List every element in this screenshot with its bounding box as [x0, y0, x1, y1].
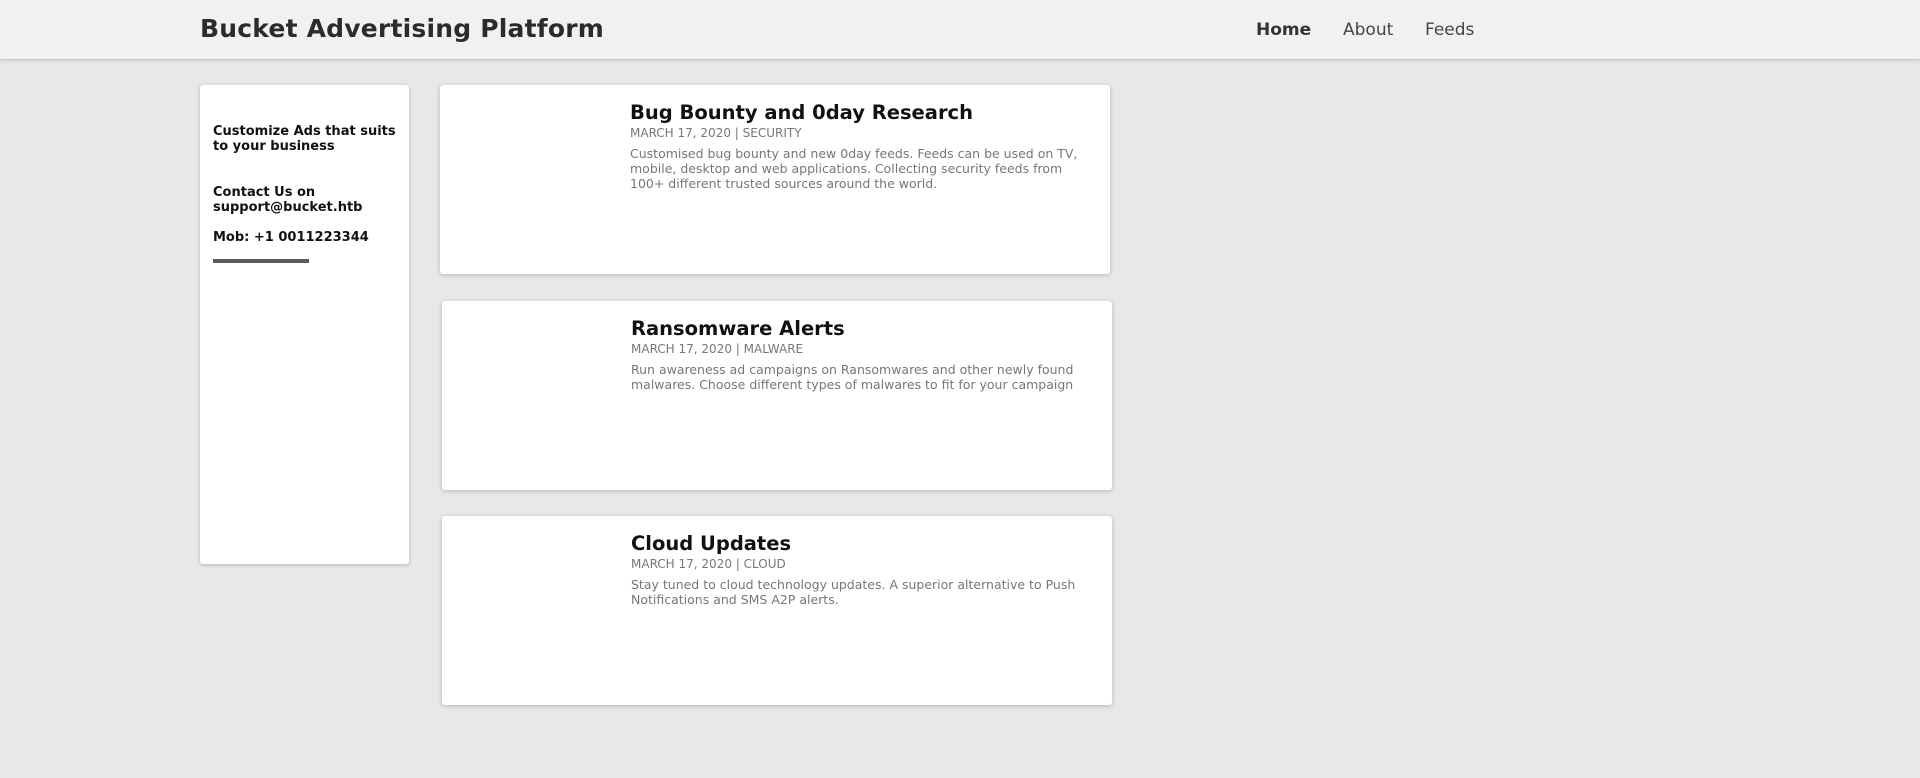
post-card-ransomware: Ransomware Alerts MARCH 17, 2020 | MALWA… — [442, 301, 1112, 490]
sidebar-contact: Contact Us on support@bucket.htb — [213, 185, 363, 215]
sidebar-mobile: Mob: +1 0011223344 — [213, 230, 369, 245]
post-description: Customised bug bounty and new 0day feeds… — [630, 146, 1078, 191]
post-description: Run awareness ad campaigns on Ransomware… — [631, 362, 1074, 392]
post-title[interactable]: Ransomware Alerts — [631, 317, 845, 340]
nav-home-link[interactable]: Home — [1256, 20, 1311, 40]
post-title[interactable]: Cloud Updates — [631, 532, 791, 555]
post-title[interactable]: Bug Bounty and 0day Research — [630, 101, 973, 124]
sidebar-tagline: Customize Ads that suits to your busines… — [213, 124, 396, 154]
post-card-bug-bounty: Bug Bounty and 0day Research MARCH 17, 2… — [440, 85, 1110, 274]
site-brand[interactable]: Bucket Advertising Platform — [200, 14, 604, 43]
post-meta: MARCH 17, 2020 | SECURITY — [630, 126, 802, 140]
top-navbar: Bucket Advertising Platform Home About F… — [0, 0, 1920, 60]
sidebar-divider — [213, 259, 309, 263]
post-card-cloud: Cloud Updates MARCH 17, 2020 | CLOUD Sta… — [442, 516, 1112, 705]
post-meta: MARCH 17, 2020 | MALWARE — [631, 342, 804, 356]
sidebar-card: Customize Ads that suits to your busines… — [200, 85, 409, 564]
nav-feeds-link[interactable]: Feeds — [1425, 20, 1474, 40]
nav-about-link[interactable]: About — [1343, 20, 1393, 40]
post-description: Stay tuned to cloud technology updates. … — [631, 577, 1076, 607]
post-meta: MARCH 17, 2020 | CLOUD — [631, 557, 786, 571]
